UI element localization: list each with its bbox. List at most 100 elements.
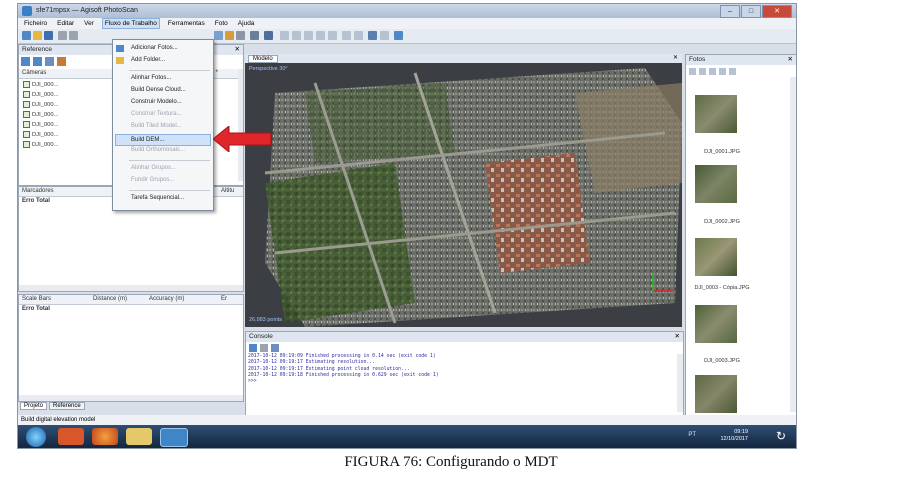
navigation-icon[interactable] [214, 31, 223, 40]
photo-thumbnail[interactable] [695, 165, 737, 203]
menu-item-align-photos[interactable]: Alinhar Fotos... [131, 75, 171, 81]
solid-icon[interactable] [342, 31, 351, 40]
console-line: 2017-10-12 09:19:18 Finished processing … [248, 372, 439, 378]
checkbox[interactable] [23, 111, 30, 118]
start-button[interactable] [26, 427, 46, 447]
rotate-left-icon[interactable] [689, 68, 696, 75]
scrollbar[interactable] [238, 69, 243, 181]
tab-projeto[interactable]: Projeto [20, 402, 48, 410]
camera-row[interactable]: DJI_000...11 [23, 91, 214, 98]
media-player-icon[interactable] [58, 428, 84, 445]
menu-item-build-tiled-model[interactable]: Build Tiled Model... [131, 123, 182, 129]
camera-row[interactable]: DJI_000...11 [23, 141, 214, 148]
close-x-icon[interactable] [236, 31, 245, 40]
model-viewport[interactable]: Perspective 30° 26,983 points [245, 63, 682, 327]
maximize-button[interactable]: □ [741, 5, 761, 18]
export-icon[interactable] [33, 57, 42, 66]
status-bar: Build digital elevation model [18, 415, 796, 425]
menu-item-batch-process[interactable]: Tarefa Sequencial... [131, 195, 184, 201]
app-icon [22, 6, 32, 16]
language-indicator[interactable]: PT [688, 432, 696, 438]
camera-row[interactable]: DJI_000...11 [23, 131, 214, 138]
mask-icon[interactable] [719, 68, 726, 75]
photos-close-button[interactable]: ✕ [788, 55, 793, 65]
camera-row[interactable]: DJI_000...11 [23, 101, 214, 108]
photo-thumbnail[interactable] [695, 375, 737, 413]
checkbox[interactable] [23, 81, 30, 88]
pane-close-button[interactable]: ✕ [235, 45, 240, 55]
photos-pane: Fotos ✕ DJI_0001.JPG DJI_0002.JPG DJI_00… [685, 54, 796, 417]
new-icon[interactable] [22, 31, 31, 40]
file-explorer-icon[interactable] [126, 428, 152, 445]
menu-item-build-texture[interactable]: Construir Textura... [131, 111, 182, 117]
remove-icon[interactable] [709, 68, 716, 75]
camera-row[interactable]: DJI_000...11 [23, 121, 214, 128]
minimize-button[interactable]: – [720, 5, 740, 18]
checkbox[interactable] [23, 141, 30, 148]
model-close-button[interactable]: ✕ [673, 54, 678, 61]
tab-reference[interactable]: Reference [49, 402, 85, 410]
clock-date: 12/10/2017 [720, 436, 748, 442]
menu-foto[interactable]: Foto [213, 18, 230, 29]
checkbox[interactable] [23, 91, 30, 98]
update-icon[interactable] [45, 57, 54, 66]
camera-row[interactable]: DJI_000...11 [23, 111, 214, 118]
checkbox[interactable] [23, 131, 30, 138]
undo-icon[interactable] [58, 31, 67, 40]
menu-item-add-folder[interactable]: Add Folder... [131, 57, 165, 63]
photos-scrollbar[interactable] [790, 77, 796, 412]
clear-log-icon[interactable] [260, 344, 268, 352]
console-title: Console [246, 332, 683, 342]
pencil-icon[interactable] [225, 31, 234, 40]
photoscan-taskbar-icon[interactable] [160, 428, 188, 447]
close-button[interactable]: ✕ [762, 5, 792, 18]
move-icon[interactable] [394, 31, 403, 40]
photo-thumbnail[interactable] [695, 95, 737, 133]
menu-ficheiro[interactable]: Ficheiro [22, 18, 49, 29]
menu-fluxo-de-trabalho[interactable]: Fluxo de Trabalho [101, 18, 160, 29]
photo-thumbnail[interactable] [695, 238, 737, 276]
menu-item-align-chunks[interactable]: Alinhar Grupos... [131, 165, 176, 171]
menu-editar[interactable]: Editar [55, 18, 76, 29]
menu-item-build-orthomosaic[interactable]: Build Orthomosaic... [131, 147, 185, 153]
rotate-right-icon[interactable] [699, 68, 706, 75]
menu-item-build-dem[interactable]: Build DEM... [115, 134, 211, 146]
import-icon[interactable] [21, 57, 30, 66]
cameras-icon[interactable] [368, 31, 377, 40]
zoom-out-icon[interactable] [316, 31, 325, 40]
menu-ajuda[interactable]: Ajuda [236, 18, 257, 29]
run-script-icon[interactable] [271, 344, 279, 352]
console-close-button[interactable]: ✕ [675, 332, 680, 342]
zoom-in-icon[interactable] [304, 31, 313, 40]
markers-icon[interactable] [380, 31, 389, 40]
horizontal-scrollbar[interactable] [19, 395, 243, 401]
grid-icon[interactable] [264, 31, 273, 40]
horizontal-scrollbar[interactable] [19, 285, 243, 291]
menu-ferramentas[interactable]: Ferramentas [166, 18, 207, 29]
menu-ver[interactable]: Ver [82, 18, 96, 29]
textured-icon[interactable] [354, 31, 363, 40]
view-icon[interactable] [292, 31, 301, 40]
firefox-icon[interactable] [92, 428, 118, 445]
settings-icon[interactable] [57, 57, 66, 66]
view-mode-icon[interactable] [729, 68, 736, 75]
menu-item-merge-chunks[interactable]: Fundir Grupos... [131, 177, 174, 183]
camera-row[interactable]: DJI_000...11 [23, 81, 214, 88]
accuracy-header: Accuracy (m) [149, 296, 185, 302]
save-icon[interactable] [44, 31, 53, 40]
checkbox[interactable] [23, 101, 30, 108]
redo-icon[interactable] [69, 31, 78, 40]
rotate-icon[interactable] [280, 31, 289, 40]
open-icon[interactable] [33, 31, 42, 40]
checkbox[interactable] [23, 121, 30, 128]
console-scrollbar[interactable] [677, 354, 683, 412]
clock[interactable]: 09:19 12/10/2017 [720, 429, 748, 443]
save-log-icon[interactable] [249, 344, 257, 352]
tab-modelo[interactable]: Modelo [248, 55, 278, 63]
menu-item-build-model[interactable]: Construir Modelo... [131, 99, 182, 105]
menu-item-build-dense-cloud[interactable]: Build Dense Cloud... [131, 87, 186, 93]
photo-thumbnail[interactable] [695, 305, 737, 343]
crop-icon[interactable] [250, 31, 259, 40]
points-icon[interactable] [328, 31, 337, 40]
menu-item-add-photos[interactable]: Adicionar Fotos... [131, 45, 178, 51]
